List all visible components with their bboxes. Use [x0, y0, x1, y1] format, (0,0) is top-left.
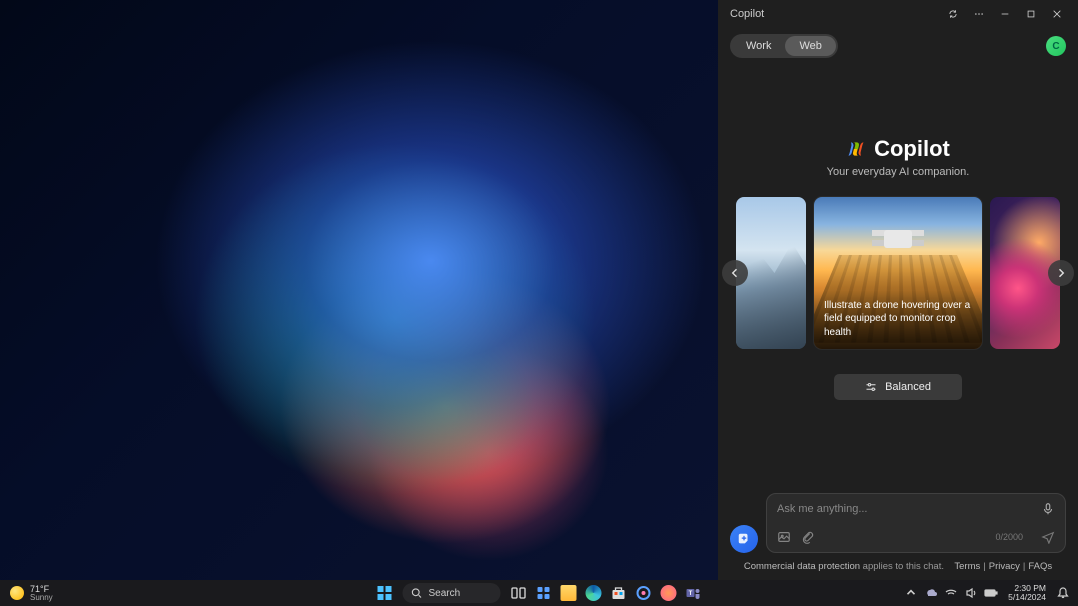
clock-date: 5/14/2024: [1008, 593, 1046, 602]
conversation-style-button[interactable]: Balanced: [834, 374, 962, 400]
mode-toggle: Work Web: [730, 34, 838, 58]
attachment-icon[interactable]: [801, 530, 815, 544]
close-button[interactable]: [1044, 3, 1070, 25]
camera-icon[interactable]: [658, 582, 680, 604]
suggestion-carousel: Illustrate a drone hovering over a field…: [718, 192, 1078, 354]
store-icon[interactable]: [608, 582, 630, 604]
titlebar: Copilot: [718, 0, 1078, 28]
send-icon[interactable]: [1041, 530, 1055, 544]
carousel-card-main[interactable]: Illustrate a drone hovering over a field…: [814, 197, 982, 349]
mode-work[interactable]: Work: [732, 36, 785, 56]
edge-icon[interactable]: [583, 582, 605, 604]
mode-web[interactable]: Web: [785, 36, 835, 56]
explorer-icon[interactable]: [558, 582, 580, 604]
maximize-button[interactable]: [1018, 3, 1044, 25]
chat-input[interactable]: [777, 503, 1041, 515]
sun-icon: [10, 586, 24, 600]
tray-battery-icon[interactable]: [984, 586, 998, 600]
search-label: Search: [429, 588, 461, 599]
refresh-icon[interactable]: [940, 3, 966, 25]
carousel-caption: Illustrate a drone hovering over a field…: [814, 291, 982, 350]
hero-title: Copilot: [874, 136, 950, 162]
footer-suffix: applies to this chat.: [860, 561, 944, 572]
new-topic-button[interactable]: [730, 525, 758, 553]
system-tray: 2:30 PM 5/14/2024: [904, 584, 1078, 603]
hero-subtitle: Your everyday AI companion.: [718, 166, 1078, 178]
microphone-icon[interactable]: [1041, 502, 1055, 516]
taskbar: 71°F Sunny Search T 2:30 PM 5/14/2024: [0, 580, 1078, 606]
chat-input-box: 0/2000: [766, 493, 1066, 553]
tray-chevron-icon[interactable]: [904, 586, 918, 600]
weather-widget[interactable]: 71°F Sunny: [0, 585, 53, 602]
teams-icon[interactable]: T: [683, 582, 705, 604]
more-icon[interactable]: [966, 3, 992, 25]
copilot-logo-icon: [846, 139, 866, 159]
start-button[interactable]: [374, 582, 396, 604]
minimize-button[interactable]: [992, 3, 1018, 25]
user-avatar[interactable]: C: [1046, 36, 1066, 56]
weather-cond: Sunny: [30, 594, 53, 602]
tray-volume-icon[interactable]: [964, 586, 978, 600]
faqs-link[interactable]: FAQs: [1028, 561, 1052, 572]
carousel-next[interactable]: [1048, 260, 1074, 286]
privacy-link[interactable]: Privacy: [989, 561, 1020, 572]
top-controls: Work Web C: [718, 28, 1078, 64]
copilot-panel: Copilot Work Web C Copilot Your everyday…: [718, 0, 1078, 580]
sliders-icon: [865, 381, 877, 393]
terms-link[interactable]: Terms: [954, 561, 980, 572]
footer-links: Commercial data protection applies to th…: [718, 561, 1078, 580]
tray-onedrive-icon[interactable]: [924, 586, 938, 600]
image-add-icon[interactable]: [777, 530, 791, 544]
taskbar-search[interactable]: Search: [403, 583, 501, 603]
taskbar-center: Search T: [374, 582, 705, 604]
widgets-icon[interactable]: [533, 582, 555, 604]
chat-row: 0/2000: [718, 493, 1078, 561]
carousel-prev[interactable]: [722, 260, 748, 286]
copilot-taskbar-icon[interactable]: [633, 582, 655, 604]
char-count: 0/2000: [995, 532, 1023, 542]
svg-text:T: T: [689, 591, 693, 597]
new-topic-icon: [737, 532, 751, 546]
search-icon: [411, 587, 423, 599]
notifications-icon[interactable]: [1056, 586, 1070, 600]
data-protection-link[interactable]: Commercial data protection: [744, 561, 860, 572]
clock[interactable]: 2:30 PM 5/14/2024: [1004, 584, 1050, 603]
tray-wifi-icon[interactable]: [944, 586, 958, 600]
style-label: Balanced: [885, 381, 931, 393]
hero: Copilot Your everyday AI companion.: [718, 64, 1078, 192]
desktop-wallpaper[interactable]: [0, 0, 718, 580]
window-title: Copilot: [726, 8, 940, 20]
task-view-icon[interactable]: [508, 582, 530, 604]
